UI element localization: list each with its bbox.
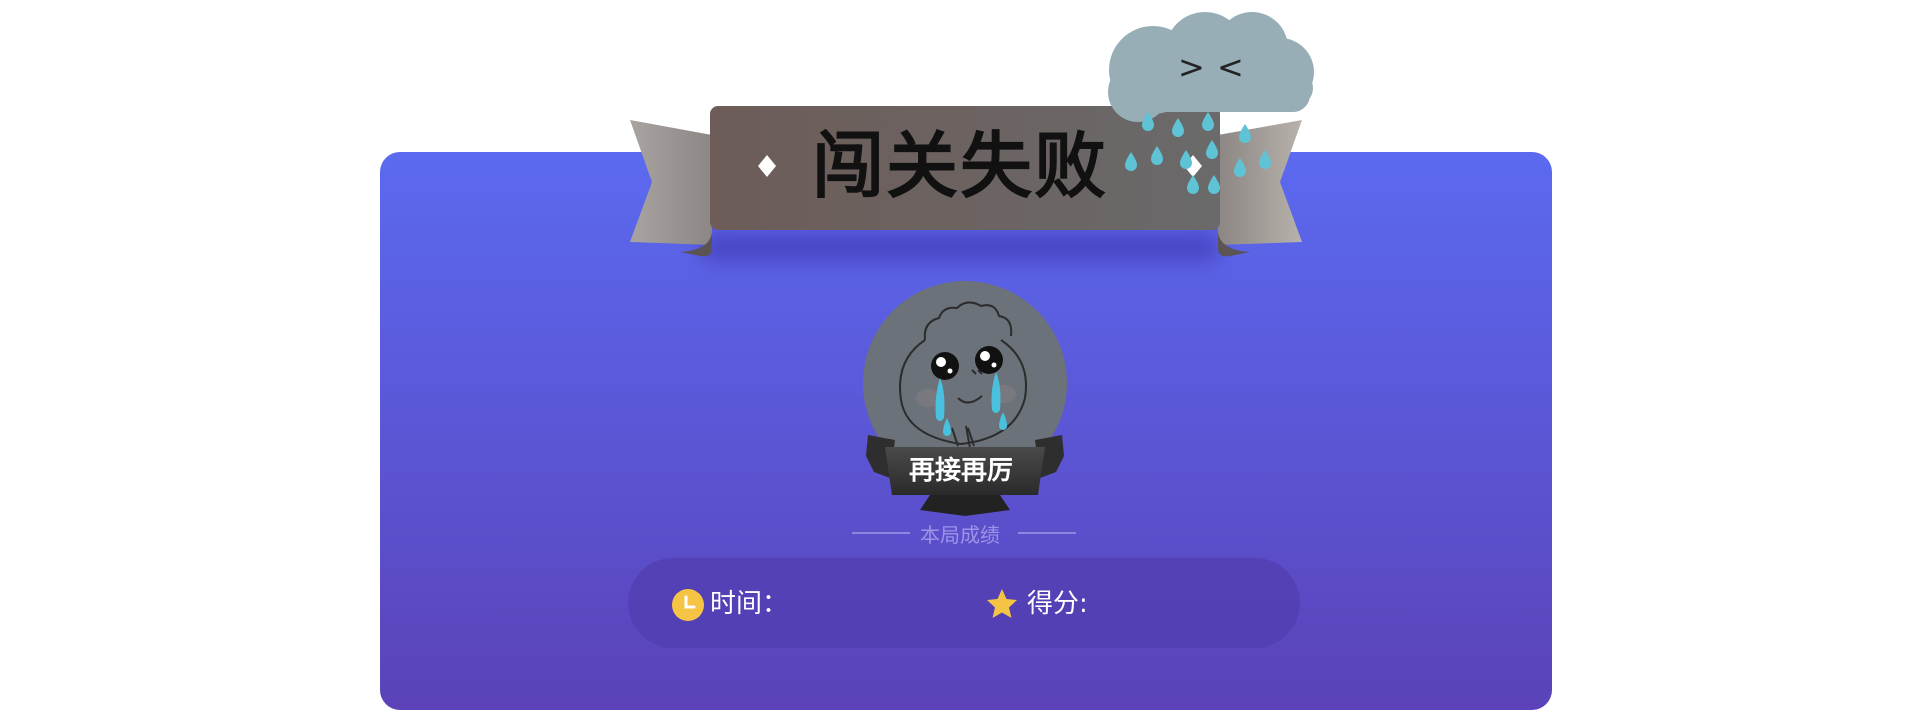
section-divider-right	[1018, 532, 1076, 534]
score-label: 得分:	[1027, 589, 1088, 619]
section-divider-left	[852, 532, 910, 534]
badge-label: 再接再厉	[908, 456, 1013, 486]
star-icon	[987, 589, 1017, 618]
section-label: 本局成绩	[920, 523, 1000, 547]
clock-icon	[672, 589, 704, 621]
time-label: 时间：	[710, 589, 789, 619]
game-over-screen: 闯关失败 > < 再接再厉 本局成绩 时间： 得分:	[0, 0, 1920, 717]
